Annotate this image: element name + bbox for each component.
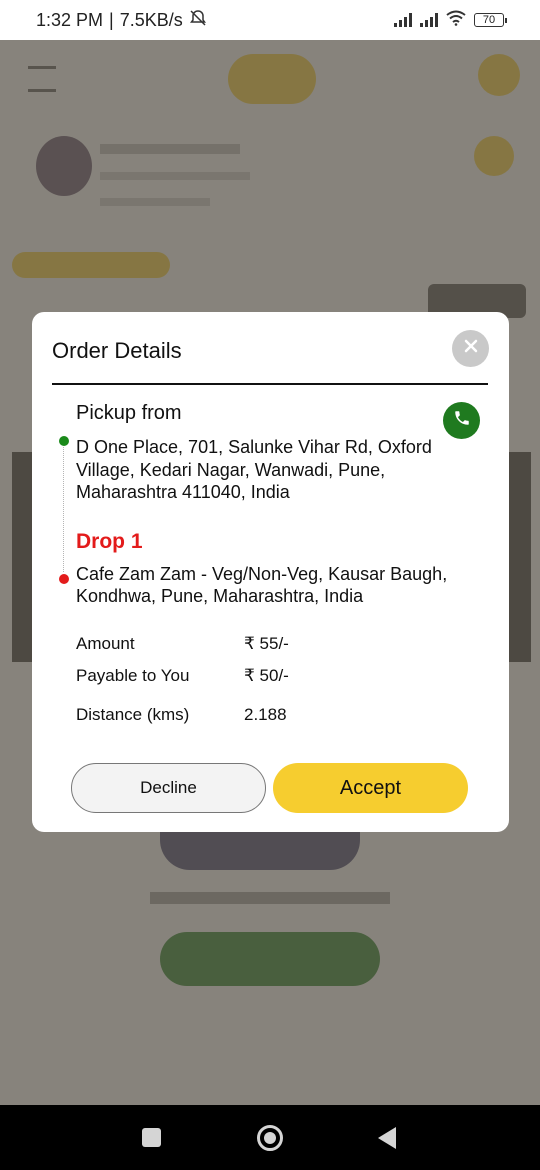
accept-button[interactable]: Accept	[273, 763, 468, 813]
route-line	[63, 447, 64, 572]
payable-label: Payable to You	[76, 666, 190, 685]
status-bar: 1:32 PM | 7.5KB/s 70	[0, 0, 540, 40]
pickup-label: Pickup from	[76, 402, 182, 424]
status-time: 1:32 PM	[36, 9, 104, 30]
close-icon	[464, 339, 478, 358]
payable-value: ₹ 50/-	[244, 666, 289, 685]
drop-dot-icon	[59, 574, 69, 584]
pickup-address: D One Place, 701, Salunke Vihar Rd, Oxfo…	[76, 437, 432, 502]
status-network-speed: 7.5KB/s	[119, 9, 183, 30]
decline-button[interactable]: Decline	[71, 763, 266, 813]
distance-label: Distance (kms)	[76, 705, 190, 724]
decline-button-label: Decline	[140, 778, 197, 797]
drop-label: Drop 1	[76, 530, 143, 553]
back-icon[interactable]	[378, 1127, 396, 1149]
accept-button-label: Accept	[339, 776, 402, 799]
recent-apps-icon[interactable]	[142, 1128, 161, 1147]
order-details-modal: Order Details Pickup from D One Place, 7…	[32, 312, 509, 832]
phone-icon	[453, 409, 471, 432]
status-left: 1:32 PM | 7.5KB/s	[36, 9, 207, 32]
wifi-icon	[446, 10, 466, 31]
status-right: 70	[394, 10, 507, 31]
amount-label: Amount	[76, 634, 135, 653]
home-icon[interactable]	[257, 1125, 283, 1151]
battery-icon: 70	[474, 13, 507, 27]
title-divider	[52, 383, 488, 385]
battery-level: 70	[482, 14, 496, 26]
close-button[interactable]	[452, 330, 489, 367]
navigation-bar	[0, 1105, 540, 1170]
signal-icon	[420, 13, 438, 27]
distance-value: 2.188	[244, 705, 287, 724]
modal-title: Order Details	[52, 338, 182, 363]
call-button[interactable]	[443, 402, 480, 439]
notifications-muted-icon	[189, 9, 207, 32]
drop-address: Cafe Zam Zam - Veg/Non-Veg, Kausar Baugh…	[76, 564, 448, 606]
pickup-dot-icon	[59, 436, 69, 446]
status-separator: |	[109, 9, 114, 30]
amount-value: ₹ 55/-	[244, 634, 289, 653]
signal-icon	[394, 13, 412, 27]
